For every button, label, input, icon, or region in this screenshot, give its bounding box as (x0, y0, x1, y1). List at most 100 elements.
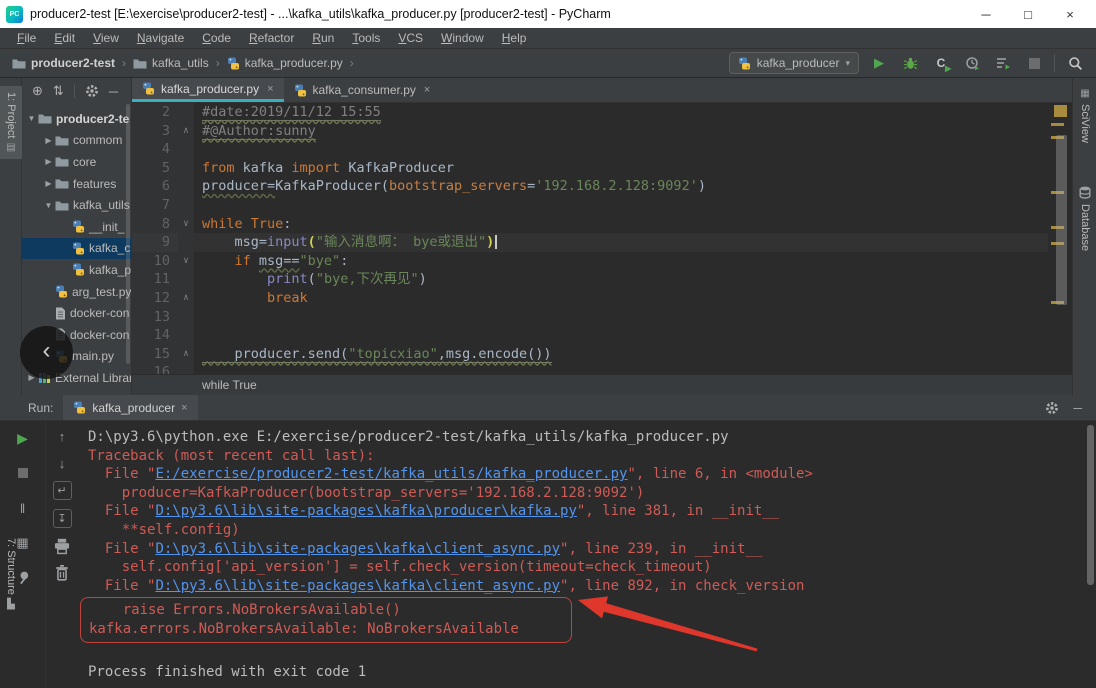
tool-window-favorites[interactable]: 2: Favorites (0, 375, 22, 395)
code-line-13[interactable]: 13 (132, 307, 1072, 327)
breadcrumb-item[interactable]: producer2-test (10, 56, 117, 70)
locate-file-icon[interactable]: ⊕ (32, 83, 43, 99)
code-line-8[interactable]: 8 ∨ while True: (132, 214, 1072, 234)
up-stack-trace-icon[interactable]: ↑ (53, 427, 71, 445)
code-line-10[interactable]: 10 ∨ if msg=="bye": (132, 251, 1072, 271)
code-line-5[interactable]: 5 from kafka import KafkaProducer (132, 158, 1072, 178)
print-icon[interactable] (53, 537, 71, 555)
stack-trace-link[interactable]: D:\py3.6\lib\site-packages\kafka\client_… (155, 578, 560, 594)
code-line-11[interactable]: 11 print("bye,下次再见") (132, 270, 1072, 289)
tool-window-sciview[interactable]: ▦ SciView (1073, 88, 1096, 143)
scroll-to-end-icon[interactable]: ↧ (52, 509, 72, 528)
clear-trash-icon[interactable] (53, 564, 71, 582)
rerun-button[interactable]: ▶ (14, 429, 32, 447)
menu-item-edit[interactable]: Edit (45, 31, 84, 45)
stop-button[interactable] (14, 464, 32, 482)
code-line-12[interactable]: 12 ∧ break (132, 288, 1072, 308)
menu-item-run[interactable]: Run (303, 31, 343, 45)
close-icon[interactable]: × (424, 84, 430, 96)
maximize-button[interactable]: □ (1020, 7, 1036, 22)
run-tab[interactable]: kafka_producer × (63, 395, 198, 420)
inspection-indicator[interactable] (1054, 105, 1067, 117)
tool-window-database[interactable]: Database (1073, 186, 1096, 251)
settings-gear-icon[interactable] (85, 84, 99, 98)
stop-button[interactable] (1023, 52, 1045, 74)
tree-item-kafka-p[interactable]: kafka_p (22, 259, 131, 281)
menu-item-refactor[interactable]: Refactor (240, 31, 303, 45)
code-line-7[interactable]: 7 (132, 195, 1072, 215)
close-icon[interactable]: × (267, 83, 273, 95)
tree-expand-arrow[interactable]: ▶ (43, 179, 54, 188)
project-scrollbar[interactable] (126, 104, 130, 364)
collapse-all-icon[interactable]: ⇅ (53, 83, 64, 99)
menu-item-tools[interactable]: Tools (343, 31, 389, 45)
menu-item-navigate[interactable]: Navigate (128, 31, 193, 45)
run-button[interactable]: ▶ (868, 52, 890, 74)
editor-tab-kafka_producer-py[interactable]: kafka_producer.py × (132, 78, 284, 102)
close-button[interactable]: × (1062, 7, 1078, 22)
pause-output-button[interactable]: ‖ (14, 499, 32, 517)
tree-item-arg-test-py[interactable]: arg_test.py (22, 281, 131, 303)
tree-item-features[interactable]: ▶ features (22, 173, 131, 195)
tree-expand-arrow[interactable]: ▶ (43, 136, 54, 145)
editor-scrollbar[interactable] (1056, 135, 1067, 305)
stack-trace-link[interactable]: D:\py3.6\lib\site-packages\kafka\produce… (155, 503, 576, 519)
tree-item-kafka-c[interactable]: kafka_c (22, 237, 131, 260)
fold-marker-icon[interactable]: ∨ (178, 214, 194, 234)
fold-marker-icon[interactable]: ∧ (178, 344, 194, 364)
back-overlay-button[interactable]: ‹ (20, 326, 73, 379)
hide-run-panel-icon[interactable]: ─ (1073, 401, 1082, 415)
tree-item-producer2-te[interactable]: ▼ producer2-te (22, 108, 131, 130)
tree-item-core[interactable]: ▶ core (22, 151, 131, 173)
menu-item-help[interactable]: Help (493, 31, 536, 45)
code-line-3[interactable]: 3 ∧ #@Author:sunny (132, 121, 1072, 141)
context-breadcrumb-line[interactable]: while True (132, 374, 1072, 395)
menu-item-vcs[interactable]: VCS (389, 31, 432, 45)
stripe-mark[interactable] (1051, 123, 1064, 126)
stack-trace-link[interactable]: E:/exercise/producer2-test/kafka_utils/k… (155, 466, 627, 482)
fold-marker-icon[interactable]: ∧ (178, 288, 194, 308)
tree-expand-arrow[interactable]: ▶ (43, 157, 54, 166)
code-editor[interactable]: 2 #date:2019/11/12 15:55 3 ∧ #@Author:sunny 4… (132, 103, 1072, 374)
run-settings-gear-icon[interactable] (1045, 401, 1059, 415)
code-line-9[interactable]: 9 msg=input("输入消息啊： bye或退出") (132, 233, 1072, 252)
tree-expand-arrow[interactable]: ▼ (43, 201, 54, 210)
breadcrumb-item[interactable]: kafka_producer.py (225, 56, 345, 70)
stack-trace-link[interactable]: D:\py3.6\lib\site-packages\kafka\client_… (155, 541, 560, 557)
tree-item-docker-con[interactable]: docker-con (22, 302, 131, 324)
concurrency-diagram-button[interactable] (992, 52, 1014, 74)
menu-item-window[interactable]: Window (432, 31, 493, 45)
tree-item-label: features (73, 176, 117, 191)
tool-window-project[interactable]: 1: Project ▤ (0, 86, 22, 160)
menu-item-view[interactable]: View (84, 31, 128, 45)
code-line-14[interactable]: 14 (132, 326, 1072, 345)
tree-expand-arrow[interactable]: ▼ (26, 114, 37, 123)
hide-panel-icon[interactable]: ─ (109, 84, 118, 99)
tree-item-commom[interactable]: ▶ commom (22, 130, 131, 152)
restore-layout-icon[interactable]: ▦ (14, 534, 32, 552)
tree-item-kafka-utils[interactable]: ▼ kafka_utils (22, 194, 131, 216)
code-line-2[interactable]: 2 #date:2019/11/12 15:55 (132, 103, 1072, 122)
fold-marker-icon[interactable]: ∧ (178, 121, 194, 141)
code-line-4[interactable]: 4 (132, 140, 1072, 159)
soft-wrap-icon[interactable]: ↵ (52, 481, 72, 500)
menu-item-code[interactable]: Code (193, 31, 240, 45)
down-stack-trace-icon[interactable]: ↓ (53, 454, 71, 472)
tree-item--init-[interactable]: __init_ (22, 216, 131, 238)
code-line-16[interactable]: 16 (132, 363, 1072, 374)
debug-button[interactable] (899, 52, 921, 74)
code-line-6[interactable]: 6 producer=KafkaProducer(bootstrap_server… (132, 177, 1072, 196)
code-line-15[interactable]: 15 ∧ producer.send("topicxiao",msg.encode… (132, 344, 1072, 364)
minimize-button[interactable]: ─ (978, 7, 994, 22)
close-icon[interactable]: × (181, 402, 187, 414)
run-configuration-select[interactable]: kafka_producer ▾ (728, 52, 859, 74)
pin-tab-icon[interactable] (14, 569, 32, 587)
fold-marker-icon[interactable]: ∨ (178, 251, 194, 271)
run-with-coverage-button[interactable]: C ▶ (930, 52, 952, 74)
breadcrumb-item[interactable]: kafka_utils (131, 56, 211, 70)
search-everywhere-icon[interactable] (1064, 52, 1086, 74)
menu-item-file[interactable]: File (8, 31, 45, 45)
profiler-button[interactable] (961, 52, 983, 74)
editor-tab-kafka_consumer-py[interactable]: kafka_consumer.py × (284, 78, 441, 102)
console-scrollbar[interactable] (1087, 425, 1094, 585)
